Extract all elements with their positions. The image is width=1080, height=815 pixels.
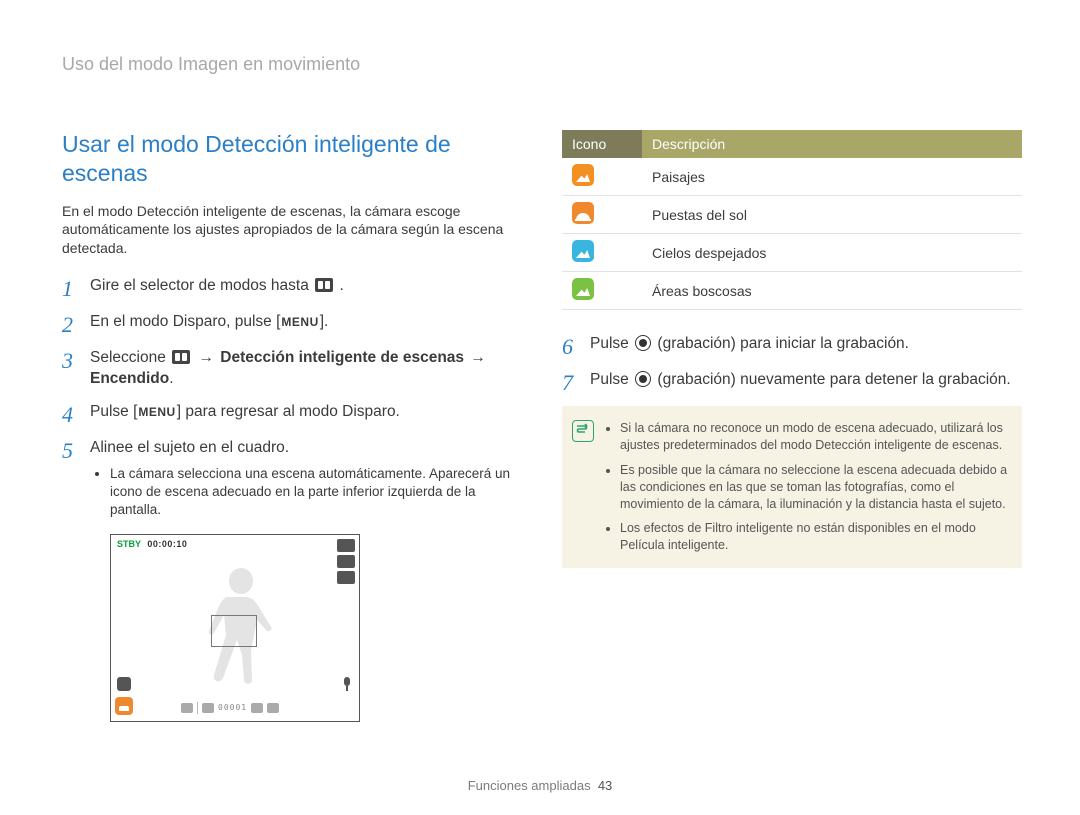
- footer-section: Funciones ampliadas: [468, 778, 591, 793]
- step-text: Pulse: [590, 335, 633, 352]
- section-title: Usar el modo Detección inteligente de es…: [62, 130, 522, 188]
- resolution-icon: [337, 539, 355, 552]
- stby-label: STBY: [117, 539, 141, 549]
- camera-screen-preview: STBY 00:00:10 00001: [110, 534, 360, 722]
- menu-label: MENU: [280, 314, 319, 330]
- right-column: Icono Descripción Paisajes Puestas del s…: [562, 130, 1022, 722]
- step-text-tail: (grabación) para iniciar la grabación.: [657, 335, 909, 352]
- battery-icon: [267, 703, 279, 713]
- step-subitem: La cámara selecciona una escena automáti…: [110, 465, 522, 520]
- menu-label: MENU: [137, 404, 176, 420]
- scene-table: Icono Descripción Paisajes Puestas del s…: [562, 130, 1022, 310]
- step-number: 6: [562, 334, 590, 358]
- step-4: 4 Pulse [MENU] para regresar al modo Dis…: [62, 402, 522, 426]
- divider: [197, 702, 198, 714]
- step-body: Seleccione → Detección inteligente de es…: [90, 348, 522, 390]
- stby-time: 00:00:10: [147, 539, 187, 549]
- step-text: Alinee el sujeto en el cuadro.: [90, 439, 289, 456]
- table-head-icon: Icono: [562, 130, 642, 158]
- table-cell: Cielos despejados: [642, 234, 1022, 272]
- table-cell: Puestas del sol: [642, 196, 1022, 234]
- step-body: Gire el selector de modos hasta .: [90, 276, 522, 297]
- table-head-desc: Descripción: [642, 130, 1022, 158]
- steps-left: 1 Gire el selector de modos hasta . 2 En…: [62, 276, 522, 521]
- step-number: 4: [62, 402, 90, 426]
- forest-icon: [572, 278, 594, 300]
- step-text-tail: (grabación) nuevamente para detener la g…: [657, 371, 1010, 388]
- steps-right: 6 Pulse (grabación) para iniciar la grab…: [562, 334, 1022, 394]
- arrow-icon: →: [198, 349, 214, 366]
- table-cell: Paisajes: [642, 158, 1022, 196]
- step-5: 5 Alinee el sujeto en el cuadro. La cáma…: [62, 438, 522, 522]
- footer-page-number: 43: [598, 778, 612, 793]
- note-icon: [572, 420, 594, 442]
- note-box: Si la cámara no reconoce un modo de esce…: [562, 406, 1022, 568]
- sunset-icon: [572, 202, 594, 224]
- flash-icon: [202, 703, 214, 713]
- step-text: Pulse: [590, 371, 633, 388]
- step-text: En el modo Disparo, pulse [: [90, 313, 280, 330]
- note-item: Si la cámara no reconoce un modo de esce…: [620, 420, 1008, 454]
- step-body: En el modo Disparo, pulse [MENU].: [90, 312, 522, 333]
- step-body: Pulse (grabación) nuevamente para detene…: [590, 370, 1022, 391]
- storage-icon: [251, 703, 263, 713]
- table-row: Cielos despejados: [562, 234, 1022, 272]
- page-footer: Funciones ampliadas 43: [0, 778, 1080, 793]
- step-text-tail: ].: [320, 313, 329, 330]
- focus-rectangle: [211, 615, 257, 647]
- step-body: Alinee el sujeto en el cuadro. La cámara…: [90, 438, 522, 522]
- frame-counter: 00001: [218, 703, 247, 712]
- step-body: Pulse (grabación) para iniciar la grabac…: [590, 334, 1022, 355]
- note-item: Los efectos de Filtro inteligente no est…: [620, 520, 1008, 554]
- step-1: 1 Gire el selector de modos hasta .: [62, 276, 522, 300]
- step-body: Pulse [MENU] para regresar al modo Dispa…: [90, 402, 522, 423]
- step-text-bold2: Encendido: [90, 370, 169, 387]
- breadcrumb: Uso del modo Imagen en movimiento: [62, 54, 360, 75]
- screen-bottom-bar: 00001: [181, 701, 301, 715]
- step-text: Pulse [: [90, 403, 137, 420]
- content-columns: Usar el modo Detección inteligente de es…: [62, 130, 1022, 722]
- left-column: Usar el modo Detección inteligente de es…: [62, 130, 522, 722]
- step-number: 2: [62, 312, 90, 336]
- step-number: 1: [62, 276, 90, 300]
- note-list: Si la cámara no reconoce un modo de esce…: [604, 420, 1008, 554]
- mode-icon: [181, 703, 193, 713]
- step-text-tail: .: [339, 277, 343, 294]
- step-number: 5: [62, 438, 90, 462]
- wb-icon: [337, 571, 355, 584]
- step-text-tail: ] para regresar al modo Disparo.: [177, 403, 400, 420]
- step-text: Gire el selector de modos hasta: [90, 277, 313, 294]
- arrow-icon: →: [470, 349, 486, 366]
- step-number: 3: [62, 348, 90, 372]
- scene-chip-icon: [115, 697, 133, 715]
- intro-paragraph: En el modo Detección inteligente de esce…: [62, 202, 522, 259]
- table-row: Áreas boscosas: [562, 272, 1022, 310]
- microphone-icon: [341, 677, 353, 691]
- step-sublist: La cámara selecciona una escena automáti…: [90, 465, 522, 520]
- record-button-icon: [635, 335, 651, 351]
- step-7: 7 Pulse (grabación) nuevamente para dete…: [562, 370, 1022, 394]
- step-text-tail: .: [169, 370, 173, 387]
- table-row: Paisajes: [562, 158, 1022, 196]
- note-item: Es posible que la cámara no seleccione l…: [620, 462, 1008, 513]
- stabilizer-icon: [117, 677, 131, 691]
- movie-mode-icon: [172, 350, 190, 364]
- step-2: 2 En el modo Disparo, pulse [MENU].: [62, 312, 522, 336]
- landscape-icon: [572, 164, 594, 186]
- movie-mode-icon: [315, 278, 333, 292]
- table-cell: Áreas boscosas: [642, 272, 1022, 310]
- screen-right-icons: [337, 539, 355, 584]
- step-3: 3 Seleccione → Detección inteligente de …: [62, 348, 522, 390]
- stby-indicator: STBY 00:00:10: [117, 539, 187, 549]
- note-icon-wrap: [572, 420, 594, 554]
- quality-icon: [337, 555, 355, 568]
- step-text: Seleccione: [90, 349, 170, 366]
- sky-icon: [572, 240, 594, 262]
- step-6: 6 Pulse (grabación) para iniciar la grab…: [562, 334, 1022, 358]
- record-button-icon: [635, 371, 651, 387]
- step-number: 7: [562, 370, 590, 394]
- table-row: Puestas del sol: [562, 196, 1022, 234]
- step-text-bold: Detección inteligente de escenas: [220, 349, 468, 366]
